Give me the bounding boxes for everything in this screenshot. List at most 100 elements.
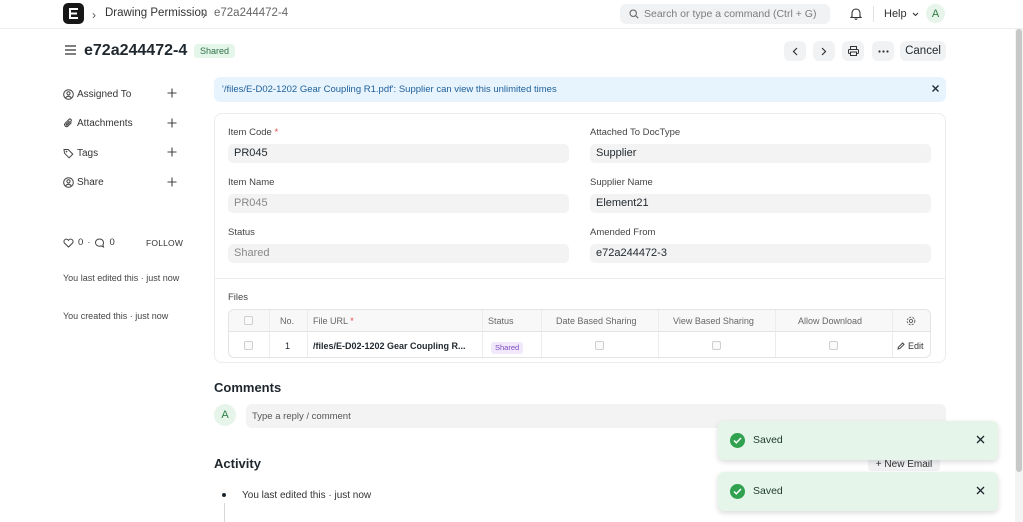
breadcrumb-drawing-permission[interactable]: Drawing Permission [105, 7, 207, 19]
add-share-plus-icon[interactable] [167, 177, 177, 187]
share-alert: '/files/E-D02-1202 Gear Coupling R1.pdf'… [214, 77, 946, 102]
column-divider [482, 310, 483, 357]
comment-bubble-icon[interactable] [94, 237, 105, 248]
supplier-name-label: Supplier Name [590, 177, 653, 188]
like-count: 0 [78, 237, 84, 248]
timeline-line [224, 503, 225, 522]
toast-saved: Saved [718, 421, 998, 460]
print-button[interactable] [842, 41, 864, 61]
row-no: 1 [285, 341, 291, 351]
add-tag-plus-icon[interactable] [167, 147, 177, 157]
comment-avatar: A [214, 404, 236, 426]
column-header-allow-download: Allow Download [798, 316, 863, 326]
sidebar-item-label: Attachments [77, 117, 133, 129]
user-avatar[interactable]: A [926, 4, 945, 23]
page-title: e72a244472-4 [84, 42, 188, 59]
toast-message: Saved [753, 485, 783, 497]
view-based-sharing-checkbox[interactable] [712, 341, 721, 350]
bell-icon [850, 8, 862, 20]
chevron-down-icon [912, 12, 919, 16]
allow-download-checkbox[interactable] [829, 341, 838, 350]
follow-button[interactable]: FOLLOW [146, 238, 183, 248]
pencil-icon [897, 342, 905, 350]
column-divider [658, 310, 659, 357]
row-file-url[interactable]: /files/E-D02-1202 Gear Coupling R... [313, 341, 466, 351]
navbar: › Drawing Permission › e72a244472-4 Sear… [0, 0, 1023, 29]
amended-from-field[interactable]: e72a244472-3 [590, 244, 931, 263]
add-assignee-plus-icon[interactable] [167, 88, 177, 98]
more-actions-button[interactable] [872, 41, 894, 61]
breadcrumb-separator-icon: › [92, 8, 96, 22]
sidebar-item-label: Tags [77, 147, 99, 159]
item-name-field: PR045 [228, 194, 569, 213]
close-icon[interactable] [976, 486, 985, 495]
printer-icon [847, 46, 859, 56]
date-based-sharing-checkbox[interactable] [595, 341, 604, 350]
toast-message: Saved [753, 434, 783, 446]
column-divider [892, 310, 893, 357]
attached-doctype-label: Attached To DocType [590, 127, 681, 138]
sidebar-item-tags[interactable]: Tags [63, 146, 98, 160]
sidebar-item-label: Share [77, 176, 104, 188]
created-info: You created this · just now [63, 311, 169, 321]
activity-entry: You last edited this · just now [242, 490, 372, 501]
item-code-field[interactable]: PR045 [228, 144, 569, 163]
attached-doctype-field[interactable]: Supplier [590, 144, 931, 163]
chevron-right-icon [821, 47, 827, 55]
timeline-dot [222, 493, 226, 497]
comment-count: 0 [109, 237, 115, 248]
files-table: No. File URL * Status Date Based Sharing… [228, 309, 931, 358]
required-mark: * [274, 127, 279, 138]
logo-e-icon [69, 8, 78, 19]
column-divider [307, 310, 308, 357]
item-code-label: Item Code * [228, 127, 279, 138]
last-edited-info: You last edited this · just now [63, 273, 180, 283]
breadcrumb-current[interactable]: e72a244472-4 [214, 7, 288, 19]
sidebar-item-attachments[interactable]: Attachments [63, 116, 133, 130]
share-user-icon [63, 176, 74, 188]
user-icon [63, 88, 74, 100]
check-circle-icon [730, 484, 745, 499]
search-icon [629, 9, 639, 19]
row-status-badge: Shared [491, 342, 524, 354]
dot-separator: · [87, 237, 91, 248]
sidebar-item-share[interactable]: Share [63, 175, 104, 189]
sidebar-item-assigned-to[interactable]: Assigned To [63, 87, 131, 101]
column-header-no: No. [280, 316, 295, 326]
previous-doc-button[interactable] [784, 41, 806, 61]
select-all-checkbox[interactable] [244, 316, 253, 325]
breadcrumb-separator-icon: › [202, 8, 206, 22]
sidebar-toggle-button[interactable] [65, 45, 76, 55]
close-icon[interactable] [976, 435, 985, 444]
chevron-left-icon [792, 47, 798, 55]
activity-heading: Activity [214, 456, 261, 471]
cancel-button[interactable]: Cancel [900, 41, 946, 61]
search-input[interactable]: Search or type a command (Ctrl + G) [620, 4, 830, 24]
status-badge: Shared [194, 44, 236, 58]
column-header-status: Status [488, 316, 514, 326]
help-label: Help [884, 8, 907, 20]
status-field: Shared [228, 244, 569, 263]
row-edit-button[interactable]: Edit [897, 341, 924, 351]
close-icon[interactable] [931, 84, 940, 93]
notifications-button[interactable] [850, 7, 862, 20]
files-section-label: Files [228, 292, 249, 303]
menu-icon [65, 45, 76, 55]
gear-icon[interactable] [906, 316, 916, 326]
status-label: Status [228, 227, 255, 238]
tag-icon [63, 148, 74, 159]
row-checkbox[interactable] [244, 341, 253, 350]
next-doc-button[interactable] [813, 41, 835, 61]
column-header-view-based-sharing: View Based Sharing [673, 316, 754, 326]
heart-icon[interactable] [63, 238, 74, 248]
section-divider [215, 278, 945, 279]
sidebar-item-label: Assigned To [77, 88, 132, 100]
search-placeholder: Search or type a command (Ctrl + G) [644, 8, 817, 20]
item-name-label: Item Name [228, 177, 275, 188]
column-divider [269, 310, 270, 357]
app-logo[interactable] [63, 3, 84, 24]
supplier-name-field[interactable]: Element21 [590, 194, 931, 213]
help-dropdown[interactable]: Help [884, 8, 919, 20]
scrollbar-thumb[interactable] [1016, 29, 1022, 472]
add-attachment-plus-icon[interactable] [167, 118, 177, 128]
